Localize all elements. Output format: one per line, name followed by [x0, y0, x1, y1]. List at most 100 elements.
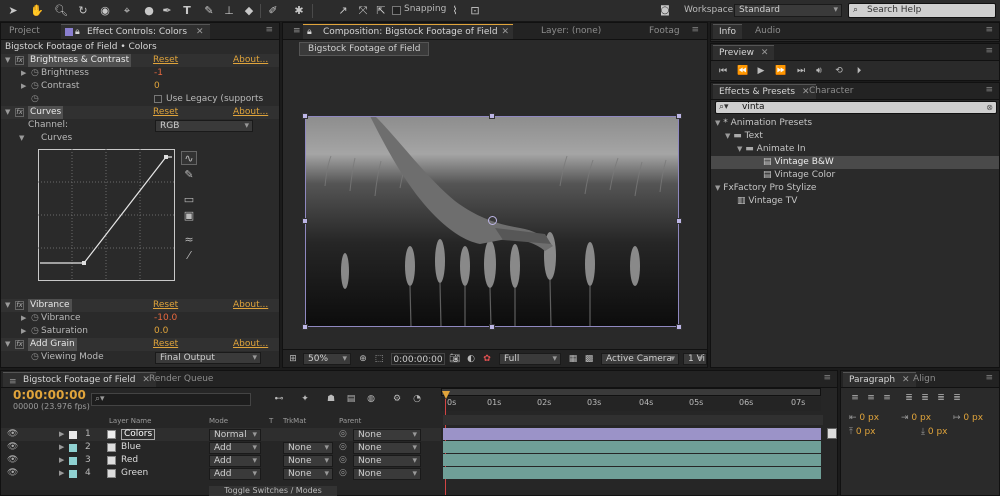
expand-triangle-icon[interactable]: ▼ [715, 184, 720, 192]
col-trkmat[interactable]: TrkMat [283, 416, 306, 427]
align-right-icon[interactable]: ≡ [879, 391, 895, 405]
hand-tool-icon[interactable]: ✋ [30, 4, 44, 18]
stopwatch-icon[interactable]: ◷ [31, 312, 39, 325]
layer-row[interactable]: 👁︎ ▶ 2 Blue Add None ◎ None [1, 441, 441, 454]
layer-parent-select[interactable]: None [353, 455, 421, 467]
snap-edge-icon[interactable]: ⊡ [468, 4, 482, 18]
layer-label-color[interactable] [69, 431, 77, 439]
roto-brush-tool-icon[interactable]: ✐ [266, 4, 280, 18]
expand-triangle-icon[interactable]: ▶ [21, 312, 26, 325]
effect-add-grain[interactable]: ▼ fx Add Grain Reset About... [1, 338, 279, 351]
curve-point[interactable] [82, 261, 86, 265]
panel-menu-icon[interactable]: ≡ [823, 373, 831, 383]
layer-label-color[interactable] [69, 457, 77, 465]
comp-mini-flowchart-icon[interactable]: ⊷ [271, 392, 287, 406]
col-parent[interactable]: Parent [339, 416, 361, 427]
expand-triangle-icon[interactable]: ▼ [19, 132, 24, 145]
layer-label-color[interactable] [69, 444, 77, 452]
effect-vibrance[interactable]: ▼ fx Vibrance Reset About... [1, 299, 279, 312]
comp-marker-icon[interactable] [827, 428, 837, 439]
tab-project[interactable]: Project [3, 24, 46, 39]
pickwhip-icon[interactable]: ◎ [339, 428, 347, 441]
motion-blur-icon[interactable]: ◍ [363, 392, 379, 406]
vibrance-about-link[interactable]: About... [233, 299, 268, 312]
indent-right-value[interactable]: 0 px [911, 413, 931, 423]
col-layer-name[interactable]: Layer Name [109, 416, 151, 427]
expand-triangle-icon[interactable]: ▶ [59, 441, 64, 454]
tab-character[interactable]: Character [803, 84, 859, 99]
expand-triangle-icon[interactable]: ▶ [59, 428, 64, 441]
lock-icon[interactable]: 🔒︎ [75, 25, 80, 40]
panel-menu-icon[interactable]: ≡ [691, 25, 699, 35]
transform-handle[interactable] [302, 218, 308, 224]
eye-icon[interactable]: 👁︎ [7, 467, 18, 480]
brush-tool-icon[interactable]: ✎ [202, 4, 216, 18]
tab-audio[interactable]: Audio [749, 24, 787, 39]
align-left-icon[interactable]: ≡ [847, 391, 863, 405]
effects-search-field[interactable]: ⌕▾ vinta ⊗ [715, 101, 997, 114]
col-t[interactable]: T [269, 416, 273, 427]
expand-triangle-icon[interactable]: ▶ [59, 454, 64, 467]
show-snapshot-icon[interactable]: ◐ [463, 352, 479, 366]
transform-handle[interactable] [676, 113, 682, 119]
justify-left-icon[interactable]: ≣ [901, 391, 917, 405]
last-frame-icon[interactable]: ⏭ [793, 64, 809, 78]
world-axis-icon[interactable]: ⤧ [356, 4, 370, 18]
align-center-icon[interactable]: ≡ [863, 391, 879, 405]
panel-menu-icon[interactable]: ≡ [985, 46, 993, 56]
safe-zones-icon[interactable]: ⊕ [355, 352, 371, 366]
panel-menu-icon[interactable]: ≡ [985, 85, 993, 95]
eye-icon[interactable]: 👁︎ [7, 428, 18, 441]
layer-name[interactable]: Red [121, 454, 138, 467]
indent-right-field[interactable]: ⇥ 0 px [901, 412, 931, 425]
close-icon[interactable]: ✕ [761, 48, 769, 58]
transform-handle[interactable] [489, 324, 495, 330]
layer-mode-select[interactable]: Add [209, 468, 261, 480]
layer-trkmat-select[interactable]: None [283, 468, 333, 480]
transform-handle[interactable] [676, 218, 682, 224]
clone-stamp-tool-icon[interactable]: ⊥ [222, 4, 236, 18]
tab-composition[interactable]: 🔒︎ Composition: Bigstock Footage of Fiel… [303, 24, 513, 39]
frame-blending-icon[interactable]: ▤ [343, 392, 359, 406]
fast-previews-icon[interactable]: ▦ [565, 352, 581, 366]
comp-timecode[interactable]: 0:00:00:00 [391, 353, 445, 365]
brightness-about-link[interactable]: About... [233, 54, 268, 67]
toggle-switches-modes-button[interactable]: Toggle Switches / Modes [209, 486, 337, 496]
loop-icon[interactable]: ⟲ [831, 64, 847, 78]
previous-frame-icon[interactable]: ⏪ [735, 64, 751, 78]
expand-triangle-icon[interactable]: ▼ [5, 338, 10, 351]
shy-layers-icon[interactable]: ☗ [323, 392, 339, 406]
legacy-checkbox[interactable] [154, 95, 162, 103]
space-after-field[interactable]: ⤓ 0 px [921, 426, 948, 439]
open-folder-icon[interactable]: ▭ [181, 193, 197, 207]
fx-icon[interactable]: fx [15, 56, 24, 65]
tree-item-text[interactable]: ▼ ▬ Text [725, 130, 997, 143]
curves-graph[interactable] [38, 149, 175, 281]
pan-behind-tool-icon[interactable]: ⌖ [120, 4, 134, 18]
saturation-value[interactable]: 0.0 [154, 325, 168, 338]
layer-mode-select[interactable]: Normal [209, 429, 261, 441]
zoom-tool-icon[interactable]: 🔍︎ [54, 4, 68, 18]
space-before-field[interactable]: ⤒ 0 px [849, 426, 876, 439]
tree-item-animate-in[interactable]: ▼ ▬ Animate In [737, 143, 997, 156]
tree-item-vintage-color[interactable]: ▤ Vintage Color [763, 169, 997, 182]
draft-3d-icon[interactable]: ✦ [297, 392, 313, 406]
tab-render-queue[interactable]: Render Queue [143, 372, 219, 387]
eraser-tool-icon[interactable]: ◆ [242, 4, 256, 18]
layer-trkmat-select[interactable]: None [283, 442, 333, 454]
transform-handle[interactable] [489, 113, 495, 119]
curve-pencil-icon[interactable]: ✎ [181, 168, 197, 182]
fx-icon[interactable]: fx [15, 340, 24, 349]
panel-menu-icon[interactable]: ≡ [265, 25, 273, 35]
layer-bar-blue[interactable] [443, 441, 821, 453]
channel-select[interactable]: RGB [155, 120, 253, 132]
eye-icon[interactable]: 👁︎ [7, 441, 18, 454]
curves-reset-link[interactable]: Reset [153, 106, 178, 119]
curve-point[interactable] [164, 155, 168, 159]
camera-tool-icon[interactable]: ◉ [98, 4, 112, 18]
tab-paragraph[interactable]: Paragraph ✕ [843, 372, 916, 387]
grain-reset-link[interactable]: Reset [153, 338, 178, 351]
clear-search-icon[interactable]: ⊗ [986, 102, 993, 113]
tab-footage[interactable]: Footag [643, 24, 686, 39]
justify-right-icon[interactable]: ≣ [933, 391, 949, 405]
